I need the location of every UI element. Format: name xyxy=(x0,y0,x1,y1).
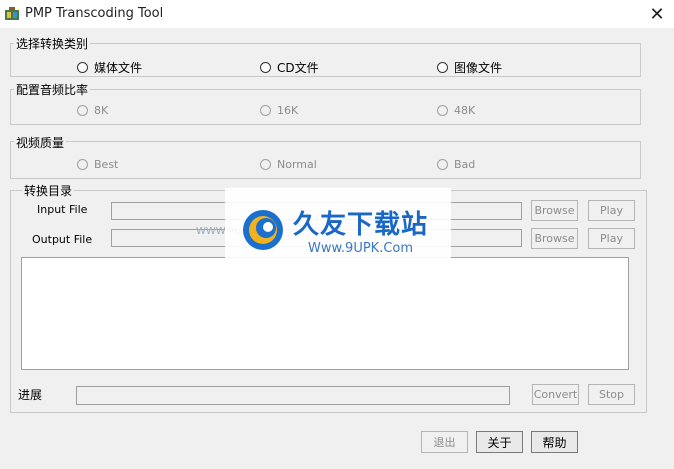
directory-group-legend: 转换目录 xyxy=(22,182,75,199)
radio-label: 48K xyxy=(454,104,476,117)
radio-circle-icon xyxy=(437,105,448,116)
window-title: PMP Transcoding Tool xyxy=(25,6,164,21)
watermark: 久友下载站 Www.9UPK.Com xyxy=(225,188,451,271)
input-browse-button[interactable]: Browse xyxy=(531,200,578,221)
radio-label: Bad xyxy=(454,158,476,171)
convert-label: Convert xyxy=(533,388,578,401)
radio-label: Normal xyxy=(277,158,317,171)
radio-media-file[interactable]: 媒体文件 xyxy=(77,59,142,76)
watermark-sub-text: Www.9UPK.Com xyxy=(307,240,414,256)
close-icon: ✕ xyxy=(649,3,665,25)
input-file-label: Input File xyxy=(37,203,88,216)
radio-cd-file[interactable]: CD文件 xyxy=(260,59,319,76)
output-file-label: Output File xyxy=(32,233,93,246)
radio-label: 媒体文件 xyxy=(94,61,143,75)
browse-label: Browse xyxy=(534,204,575,217)
stop-label: Stop xyxy=(598,388,624,401)
radio-image-file[interactable]: 图像文件 xyxy=(437,59,502,76)
radio-label: 图像文件 xyxy=(454,61,503,75)
radio-label: 8K xyxy=(94,104,109,117)
help-button[interactable]: 帮助 xyxy=(531,431,578,453)
convert-button[interactable]: Convert xyxy=(532,384,579,405)
radio-circle-icon xyxy=(77,105,88,116)
quality-group-legend: 视频质量 xyxy=(14,134,67,151)
watermark-main-text: 久友下载站 xyxy=(293,209,429,240)
radio-circle-icon xyxy=(437,159,448,170)
watermark-logo-icon xyxy=(243,209,283,250)
progress-label: 进展 xyxy=(18,388,43,402)
play-label: Play xyxy=(600,204,623,217)
bitrate-group-legend: 配置音频比率 xyxy=(14,81,91,98)
radio-label: 16K xyxy=(277,104,299,117)
radio-circle-icon xyxy=(260,159,271,170)
progress-bar xyxy=(76,386,510,405)
about-button[interactable]: 关于 xyxy=(476,431,523,453)
radio-label: Best xyxy=(94,158,119,171)
help-label: 帮助 xyxy=(542,435,567,450)
exit-button[interactable]: 退出 xyxy=(421,431,468,453)
radio-circle-icon xyxy=(260,105,271,116)
radio-best[interactable]: Best xyxy=(77,158,118,171)
close-button[interactable]: ✕ xyxy=(640,0,674,28)
radio-circle-icon xyxy=(77,159,88,170)
radio-8k[interactable]: 8K xyxy=(77,104,108,117)
about-label: 关于 xyxy=(487,435,512,450)
exit-label: 退出 xyxy=(433,436,456,449)
app-icon xyxy=(5,7,19,20)
title-bar: PMP Transcoding Tool ✕ xyxy=(0,0,674,28)
output-play-button[interactable]: Play xyxy=(588,228,635,249)
radio-16k[interactable]: 16K xyxy=(260,104,298,117)
log-output-area[interactable] xyxy=(21,257,629,370)
radio-circle-icon xyxy=(77,62,88,73)
radio-label: CD文件 xyxy=(277,61,319,75)
category-group-legend: 选择转换类别 xyxy=(14,35,91,52)
input-play-button[interactable]: Play xyxy=(588,200,635,221)
stop-button[interactable]: Stop xyxy=(588,384,635,405)
radio-circle-icon xyxy=(260,62,271,73)
radio-circle-icon xyxy=(437,62,448,73)
play-label: Play xyxy=(600,232,623,245)
radio-bad[interactable]: Bad xyxy=(437,158,475,171)
radio-normal[interactable]: Normal xyxy=(260,158,317,171)
browse-label: Browse xyxy=(534,232,575,245)
output-browse-button[interactable]: Browse xyxy=(531,228,578,249)
radio-48k[interactable]: 48K xyxy=(437,104,475,117)
